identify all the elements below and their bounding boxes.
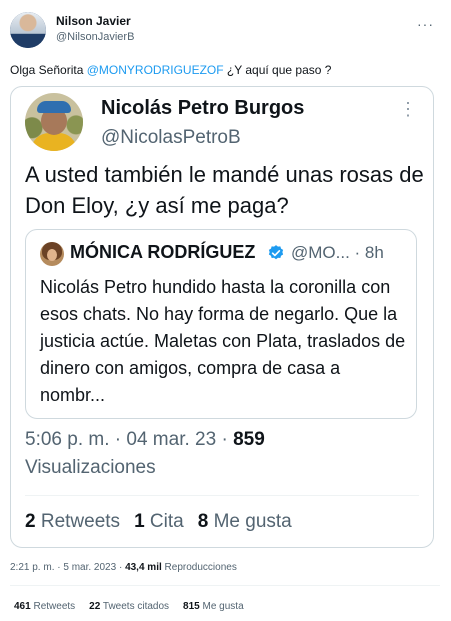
quoted-timestamp: 5:06 p. m. · 04 mar. 23 · 859 xyxy=(25,429,265,450)
quoted-likes-count[interactable]: 8 xyxy=(198,511,209,532)
more-options-icon[interactable]: ··· xyxy=(417,16,434,32)
quoted-time[interactable]: 5:06 p. m. xyxy=(25,429,110,450)
tweet-time[interactable]: 2:21 p. m. xyxy=(10,562,54,573)
tweet-text-prefix: Olga Señorita xyxy=(10,63,87,77)
quoted-tweet-text: A usted también le mandé unas rosas de D… xyxy=(25,162,424,218)
tweet-text: Olga Señorita @MONYRODRIGUEZOF ¿Y aquí q… xyxy=(10,63,331,77)
quotes-count[interactable]: 22 xyxy=(89,601,100,612)
tweet-header: Nilson Javier @NilsonJavierB ··· xyxy=(10,12,440,52)
quoted-retweets-count[interactable]: 2 xyxy=(25,511,36,532)
quoted-author-avatar[interactable] xyxy=(25,93,83,151)
quoted-date[interactable]: 04 mar. 23 xyxy=(126,429,216,450)
quoted-views-count: 859 xyxy=(233,429,265,450)
quoted-stats: 2 Retweets 1 Cita 8 Me gusta xyxy=(25,511,292,533)
likes-label[interactable]: Me gusta xyxy=(203,601,244,612)
author-handle[interactable]: @NilsonJavierB xyxy=(56,31,134,43)
likes-count[interactable]: 815 xyxy=(183,601,200,612)
divider xyxy=(25,495,419,496)
tweet-views-count: 43,4 mil xyxy=(125,562,162,573)
nested-author-handle[interactable]: @MO... · 8h xyxy=(291,243,384,263)
quoted-quotes-label[interactable]: Cita xyxy=(150,511,184,532)
nested-author-avatar[interactable] xyxy=(40,242,64,266)
quoted-more-options-icon[interactable]: ⋮ xyxy=(399,99,417,120)
tweet-stats: 461 Retweets 22 Tweets citados 815 Me gust… xyxy=(14,601,244,612)
quoted-views-label: Visualizaciones xyxy=(25,457,156,478)
tweet-text-suffix: ¿Y aquí que paso ? xyxy=(223,63,332,77)
nested-tweet-text: Nicolás Petro hundido hasta la coronilla… xyxy=(40,277,406,405)
tweet-date[interactable]: 5 mar. 2023 xyxy=(63,562,116,573)
quotes-label[interactable]: Tweets citados xyxy=(103,601,169,612)
author-avatar[interactable] xyxy=(10,12,46,48)
quoted-tweet-card[interactable]: Nicolás Petro Burgos @NicolasPetroB ⋮ A … xyxy=(10,86,434,548)
mention-link[interactable]: @MONYRODRIGUEZOF xyxy=(87,63,224,77)
tweet-timestamp: 2:21 p. m. · 5 mar. 2023 · 43,4 mil Repr… xyxy=(10,562,237,573)
quoted-quotes-count[interactable]: 1 xyxy=(134,511,145,532)
quoted-author-name[interactable]: Nicolás Petro Burgos xyxy=(101,97,304,120)
nested-author-name[interactable]: MÓNICA RODRÍGUEZ xyxy=(70,242,255,263)
retweets-label[interactable]: Retweets xyxy=(33,601,75,612)
nested-quoted-tweet[interactable]: MÓNICA RODRÍGUEZ @MO... · 8h Nicolás Pet… xyxy=(25,229,417,419)
divider xyxy=(10,585,440,586)
quoted-author-handle[interactable]: @NicolasPetroB xyxy=(101,127,241,149)
quoted-retweets-label[interactable]: Retweets xyxy=(41,511,120,532)
verified-badge-icon xyxy=(268,245,284,260)
tweet-views-label: Reproducciones xyxy=(164,562,237,573)
author-name[interactable]: Nilson Javier xyxy=(56,14,131,28)
quoted-likes-label[interactable]: Me gusta xyxy=(214,511,292,532)
retweets-count[interactable]: 461 xyxy=(14,601,31,612)
